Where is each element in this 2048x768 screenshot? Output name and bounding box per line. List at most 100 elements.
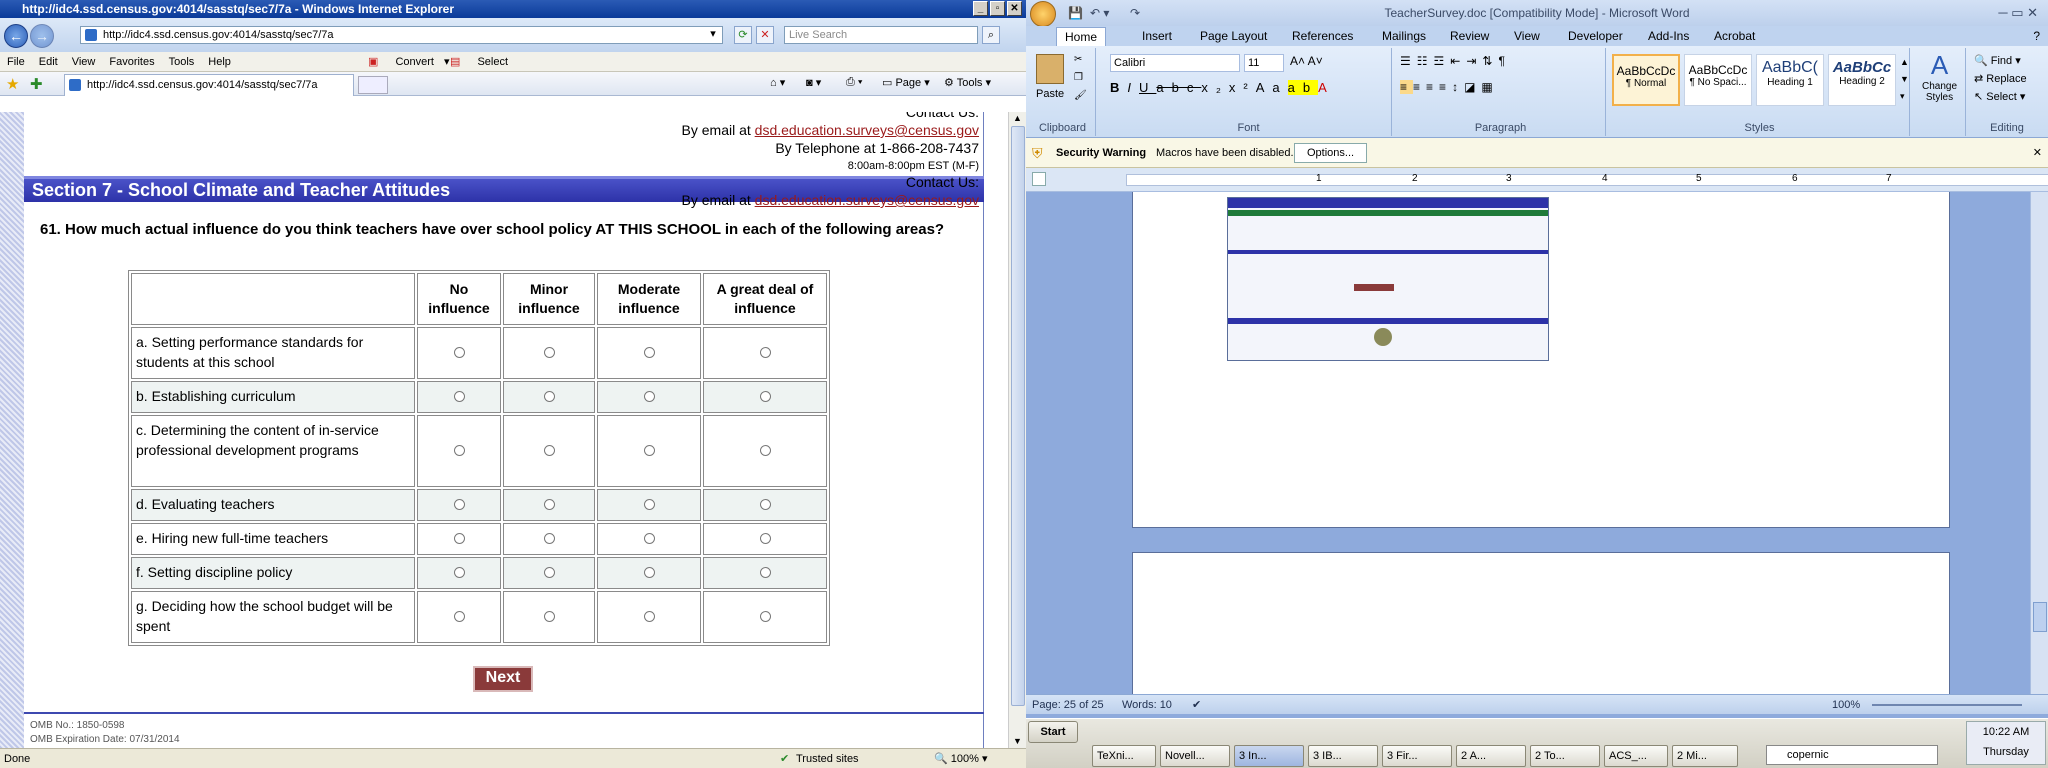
start-button[interactable]: Start [1028, 721, 1078, 743]
word-scroll-thumb[interactable] [2033, 602, 2047, 632]
tools-menu[interactable]: ⚙ Tools ▾ [944, 76, 991, 89]
search-icon[interactable]: ⌕ [982, 26, 1000, 44]
zoom-percent[interactable]: 100% [1832, 695, 1860, 715]
back-arrow-icon[interactable]: ← [4, 24, 28, 48]
email-link-top[interactable]: dsd.education.surveys@census.gov [755, 122, 979, 138]
superscript-icon[interactable]: x² [1229, 80, 1256, 95]
format-painter-icon[interactable]: 🖌 [1074, 90, 1087, 101]
radio-b-great[interactable] [759, 391, 771, 402]
maximize-icon[interactable]: ▫ [990, 1, 1005, 16]
menu-view[interactable]: View [65, 52, 103, 72]
taskbar-item-ib[interactable]: 3 IB... [1308, 745, 1378, 767]
next-button[interactable]: Next [473, 666, 533, 692]
search-input[interactable]: Live Search [784, 26, 978, 44]
cut-icon[interactable]: ✂ [1074, 54, 1082, 65]
feeds-icon[interactable]: ◙ ▾ [806, 76, 821, 89]
justify-icon[interactable]: ≡ [1439, 80, 1452, 94]
radio-d-minor[interactable] [543, 499, 555, 510]
tab-acrobat[interactable]: Acrobat [1714, 29, 1755, 43]
radio-f-minor[interactable] [543, 567, 555, 578]
menu-favorites[interactable]: Favorites [102, 52, 161, 72]
tab-view[interactable]: View [1514, 29, 1540, 43]
radio-d-no[interactable] [453, 499, 465, 510]
strikethrough-icon[interactable]: abc [1156, 80, 1201, 95]
add-favorite-icon[interactable]: ✚ [30, 75, 43, 93]
system-clock[interactable]: 10:22 AM Thursday [1966, 721, 2046, 765]
favorites-star-icon[interactable]: ★ [6, 75, 19, 93]
font-color-icon[interactable]: A [1318, 80, 1335, 95]
align-left-icon[interactable]: ≡ [1400, 80, 1414, 94]
help-icon[interactable]: ? [2033, 29, 2040, 43]
scroll-up-icon[interactable]: ▲ [1013, 113, 1022, 123]
radio-a-great[interactable] [759, 347, 771, 358]
desktop-search-input[interactable]: copernic [1766, 745, 1938, 765]
radio-a-moderate[interactable] [643, 347, 655, 358]
page-menu[interactable]: ▭ Page ▾ [882, 76, 930, 89]
radio-f-great[interactable] [759, 567, 771, 578]
menu-edit[interactable]: Edit [32, 52, 65, 72]
scroll-thumb[interactable] [1011, 126, 1025, 706]
style-heading-2[interactable]: AaBbCc Heading 2 [1828, 54, 1896, 106]
radio-b-minor[interactable] [543, 391, 555, 402]
scroll-down-icon[interactable]: ▼ [1013, 736, 1022, 746]
multilevel-icon[interactable]: ☲ [1434, 54, 1451, 68]
close-warning-icon[interactable]: ✕ [2033, 138, 2042, 168]
paste-button[interactable]: Paste [1036, 88, 1064, 100]
align-center-icon[interactable]: ≡ [1413, 80, 1426, 94]
word-vertical-scrollbar[interactable] [2030, 192, 2048, 694]
email-link-mid[interactable]: dsd.education.surveys@census.gov [755, 192, 979, 208]
tab-add-ins[interactable]: Add-Ins [1648, 29, 1689, 43]
tab-developer[interactable]: Developer [1568, 29, 1623, 43]
radio-e-no[interactable] [453, 533, 465, 544]
style-heading-1[interactable]: AaBbC(Heading 1 [1756, 54, 1824, 106]
radio-f-moderate[interactable] [643, 567, 655, 578]
taskbar-item-ie[interactable]: 3 In... [1234, 745, 1304, 767]
proofing-icon[interactable]: ✔ [1192, 695, 1201, 715]
taskbar-item-acrobat[interactable]: 2 A... [1456, 745, 1526, 767]
change-styles-button[interactable]: A Change Styles [1914, 48, 1966, 136]
refresh-icon[interactable]: ⟳ [734, 26, 752, 44]
tab-review[interactable]: Review [1450, 29, 1489, 43]
line-spacing-icon[interactable]: ↕ [1452, 80, 1464, 94]
grow-shrink-font-icon[interactable]: A˄ A˅ [1290, 54, 1323, 68]
tab-selector-icon[interactable] [1032, 172, 1046, 186]
radio-b-no[interactable] [453, 391, 465, 402]
zoom-slider[interactable] [1872, 704, 2022, 706]
document-page[interactable] [1132, 192, 1950, 528]
close-icon[interactable]: ✕ [1007, 1, 1022, 16]
radio-a-minor[interactable] [543, 347, 555, 358]
zoom-level[interactable]: 🔍 100% ▾ [934, 749, 987, 768]
shading-icon[interactable]: ◪ [1464, 80, 1481, 94]
find-button[interactable]: 🔍 Find ▾ [1974, 54, 2021, 67]
radio-c-moderate[interactable] [643, 445, 655, 456]
tab-active-page[interactable]: http://idc4.ssd.census.gov:4014/sasstq/s… [64, 74, 354, 96]
tab-mailings[interactable]: Mailings [1382, 29, 1426, 43]
new-tab-button[interactable] [358, 76, 388, 94]
menu-help[interactable]: Help [201, 52, 238, 72]
taskbar-item-texnic[interactable]: TeXni... [1092, 745, 1156, 767]
menu-tools[interactable]: Tools [162, 52, 202, 72]
taskbar-item-word[interactable]: 2 Mi... [1672, 745, 1738, 767]
minimize-icon[interactable]: _ [973, 1, 988, 16]
radio-a-no[interactable] [453, 347, 465, 358]
radio-g-moderate[interactable] [643, 611, 655, 622]
tab-home[interactable]: Home [1056, 27, 1107, 46]
radio-d-great[interactable] [759, 499, 771, 510]
taskbar-item-tools[interactable]: 2 To... [1530, 745, 1600, 767]
radio-e-minor[interactable] [543, 533, 555, 544]
change-case-icon[interactable]: Aa [1256, 80, 1288, 95]
replace-button[interactable]: ⇄ Replace [1974, 72, 2027, 85]
taskbar-item-novell[interactable]: Novell... [1160, 745, 1230, 767]
office-button-icon[interactable] [1030, 1, 1056, 27]
decrease-indent-icon[interactable]: ⇤ [1450, 54, 1466, 68]
redo-icon[interactable]: ↷ [1130, 0, 1140, 26]
bullets-icon[interactable]: ☰ [1400, 54, 1417, 68]
save-icon[interactable]: 💾 [1068, 0, 1083, 26]
borders-icon[interactable]: ▦ [1481, 80, 1498, 94]
radio-e-moderate[interactable] [643, 533, 655, 544]
copy-icon[interactable]: ❐ [1074, 72, 1083, 83]
radio-d-moderate[interactable] [643, 499, 655, 510]
increase-indent-icon[interactable]: ⇥ [1466, 54, 1482, 68]
home-icon[interactable]: ⌂ ▾ [770, 76, 785, 89]
paste-icon[interactable] [1036, 54, 1064, 84]
